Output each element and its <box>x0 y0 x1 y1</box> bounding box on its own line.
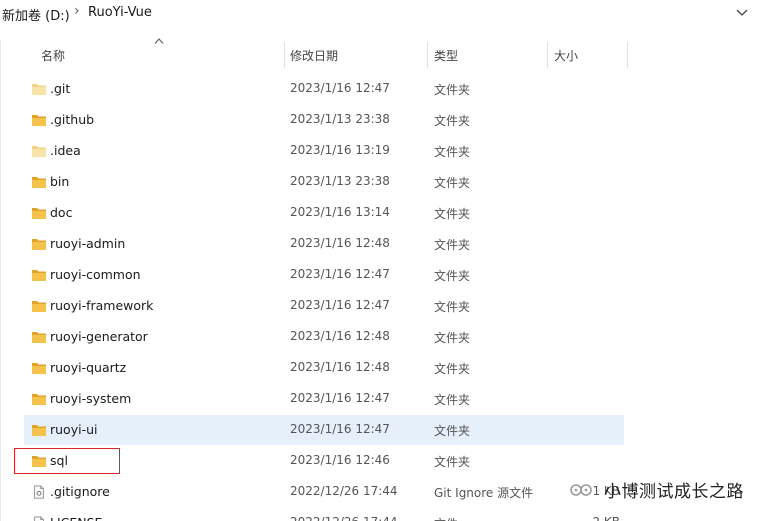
file-row[interactable]: ruoyi-framework 2023/1/16 12:47 文件夹 <box>24 291 624 321</box>
column-divider[interactable] <box>427 42 428 68</box>
file-name: ruoyi-ui <box>50 422 98 437</box>
column-header-modified[interactable]: 修改日期 <box>290 47 338 64</box>
file-row[interactable]: bin 2023/1/13 23:38 文件夹 <box>24 167 624 197</box>
file-row[interactable]: ruoyi-quartz 2023/1/16 12:48 文件夹 <box>24 353 624 383</box>
folder-icon <box>32 270 46 281</box>
folder-icon <box>32 208 46 219</box>
column-divider[interactable] <box>284 42 285 68</box>
folder-icon <box>32 177 46 188</box>
file-type: 文件夹 <box>434 362 471 376</box>
file-type: 文件夹 <box>434 207 471 221</box>
column-divider[interactable] <box>547 42 548 68</box>
file-name: LICENSE <box>50 515 102 521</box>
breadcrumb-folder[interactable]: RuoYi-Vue <box>88 5 152 20</box>
file-name: ruoyi-generator <box>50 329 148 344</box>
file-modified-date: 2022/12/26 17:44 <box>290 515 398 521</box>
file-modified-date: 2023/1/16 13:19 <box>290 143 390 157</box>
breadcrumb-separator: › <box>74 3 80 19</box>
column-divider[interactable] <box>627 42 628 68</box>
file-type: 文件夹 <box>434 300 471 314</box>
file-modified-date: 2023/1/16 12:46 <box>290 453 390 467</box>
file-name: ruoyi-framework <box>50 298 154 313</box>
file-explorer-window: 新加卷 (D:) › RuoYi-Vue 名称 修改日期 类型 大小 .git 2… <box>0 0 778 521</box>
folder-icon <box>32 301 46 312</box>
column-header-name[interactable]: 名称 <box>41 47 65 64</box>
file-type: Git Ignore 源文件 <box>434 486 534 500</box>
file-type: 文件夹 <box>434 424 471 438</box>
file-name: doc <box>50 205 73 220</box>
file-name: .github <box>50 112 95 127</box>
file-modified-date: 2023/1/16 13:14 <box>290 205 390 219</box>
file-type: 文件夹 <box>434 83 471 97</box>
annotation-highlight-box <box>14 448 120 474</box>
nav-pane-edge <box>0 40 1 521</box>
file-modified-date: 2023/1/16 12:48 <box>290 360 390 374</box>
file-row[interactable]: ruoyi-system 2023/1/16 12:47 文件夹 <box>24 384 624 414</box>
file-row[interactable]: LICENSE 2022/12/26 17:44 文件 2 KB <box>24 508 624 521</box>
file-icon <box>34 516 44 521</box>
file-name: ruoyi-quartz <box>50 360 127 375</box>
file-row[interactable]: .gitignore 2022/12/26 17:44 Git Ignore 源文件… <box>24 477 624 507</box>
file-type: 文件夹 <box>434 176 471 190</box>
chevron-down-icon[interactable] <box>734 4 750 20</box>
file-row[interactable]: .idea 2023/1/16 13:19 文件夹 <box>24 136 624 166</box>
file-name: .git <box>50 81 71 96</box>
file-modified-date: 2023/1/16 12:47 <box>290 81 390 95</box>
file-type: 文件夹 <box>434 269 471 283</box>
file-type: 文件夹 <box>434 331 471 345</box>
folder-icon <box>32 146 46 157</box>
folder-icon <box>32 363 46 374</box>
folder-icon <box>32 332 46 343</box>
file-row[interactable]: ruoyi-common 2023/1/16 12:47 文件夹 <box>24 260 624 290</box>
file-modified-date: 2023/1/16 12:47 <box>290 391 390 405</box>
file-modified-date: 2023/1/16 12:47 <box>290 298 390 312</box>
file-modified-date: 2023/1/13 23:38 <box>290 112 390 126</box>
file-type: 文件 <box>434 515 458 521</box>
folder-icon <box>32 84 46 95</box>
watermark: 小博测试成长之路 <box>568 474 768 502</box>
file-size: 2 KB <box>584 515 620 521</box>
file-name: ruoyi-admin <box>50 236 126 251</box>
column-header-row: 名称 修改日期 类型 大小 <box>0 40 778 68</box>
file-name: ruoyi-common <box>50 267 141 282</box>
wechat-logo-icon <box>570 484 592 496</box>
file-name: ruoyi-system <box>50 391 132 406</box>
folder-icon <box>32 425 46 436</box>
file-row[interactable]: ruoyi-admin 2023/1/16 12:48 文件夹 <box>24 229 624 259</box>
file-modified-date: 2023/1/16 12:48 <box>290 236 390 250</box>
file-modified-date: 2023/1/16 12:47 <box>290 267 390 281</box>
file-row[interactable]: .github 2023/1/13 23:38 文件夹 <box>24 105 624 135</box>
file-row[interactable]: ruoyi-generator 2023/1/16 12:48 文件夹 <box>24 322 624 352</box>
file-row[interactable]: doc 2023/1/16 13:14 文件夹 <box>24 198 624 228</box>
file-row[interactable]: .git 2023/1/16 12:47 文件夹 <box>24 74 624 104</box>
file-type: 文件夹 <box>434 145 471 159</box>
breadcrumb-drive[interactable]: 新加卷 (D:) <box>2 5 70 24</box>
file-type: 文件夹 <box>434 238 471 252</box>
file-name: bin <box>50 174 70 189</box>
file-icon <box>34 485 44 499</box>
file-name: .gitignore <box>50 484 110 499</box>
file-modified-date: 2023/1/16 12:48 <box>290 329 390 343</box>
file-name: .idea <box>50 143 81 158</box>
column-header-type[interactable]: 类型 <box>434 47 458 64</box>
file-modified-date: 2023/1/13 23:38 <box>290 174 390 188</box>
file-type: 文件夹 <box>434 455 471 469</box>
folder-icon <box>32 115 46 126</box>
watermark-text: 小博测试成长之路 <box>604 482 744 502</box>
file-type: 文件夹 <box>434 393 471 407</box>
file-row[interactable]: ruoyi-ui 2023/1/16 12:47 文件夹 <box>24 415 624 445</box>
address-bar[interactable]: 新加卷 (D:) › RuoYi-Vue <box>0 0 778 28</box>
folder-icon <box>32 239 46 250</box>
file-type: 文件夹 <box>434 114 471 128</box>
file-modified-date: 2022/12/26 17:44 <box>290 484 398 498</box>
column-header-size[interactable]: 大小 <box>554 47 578 64</box>
folder-icon <box>32 394 46 405</box>
file-modified-date: 2023/1/16 12:47 <box>290 422 390 436</box>
